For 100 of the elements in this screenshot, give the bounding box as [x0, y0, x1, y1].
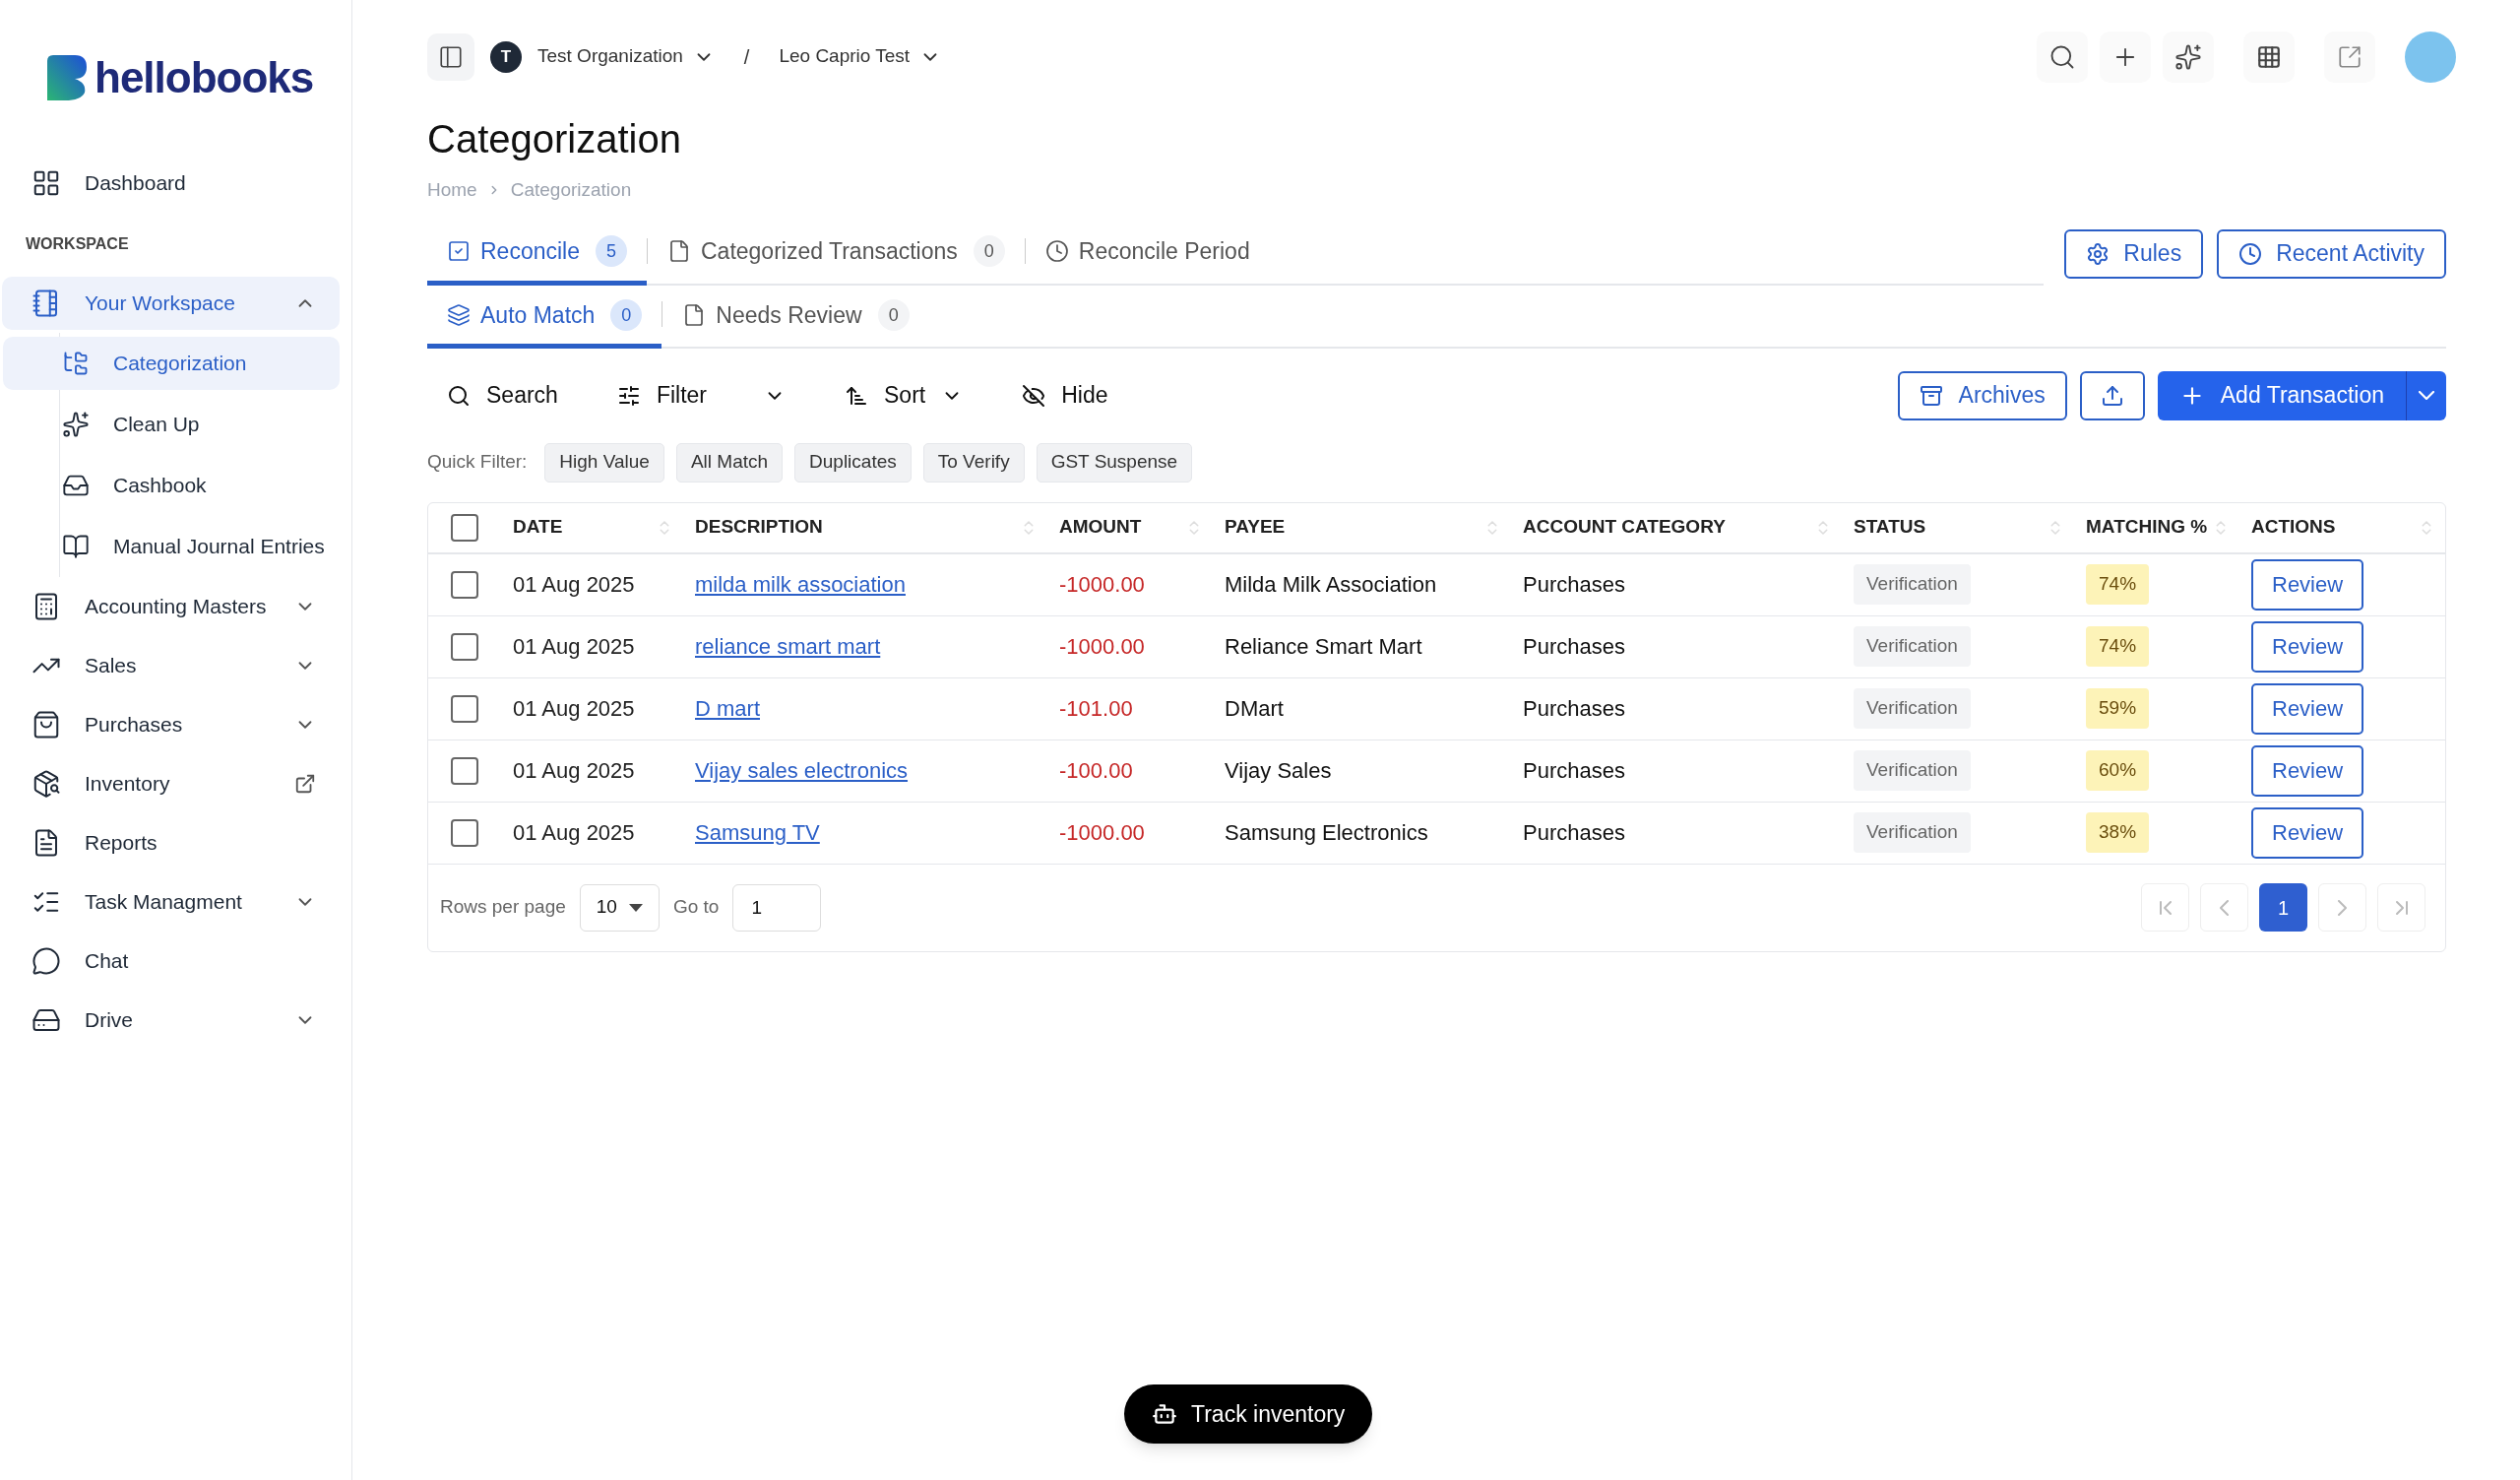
sidebar-item[interactable]: Purchases [2, 698, 340, 751]
quick-filter-chip[interactable]: To Verify [922, 442, 1025, 483]
column-header: ACTIONS [2251, 515, 2337, 540]
checkbox[interactable] [451, 818, 478, 847]
sidebar-subitem[interactable]: Manual Journal Entries [3, 520, 340, 573]
quick-filter-chip[interactable]: High Value [544, 442, 664, 483]
go-to-label: Go to [672, 895, 720, 920]
description-link[interactable]: D mart [695, 696, 760, 721]
checkbox[interactable] [451, 756, 478, 785]
sort-dropdown[interactable]: Sort [825, 378, 983, 413]
matching-badge: 60% [2086, 750, 2150, 791]
table-cell-text: Samsung Electronics [1224, 819, 1429, 847]
checkbox[interactable] [451, 513, 478, 542]
sidebar-item[interactable]: Chat [2, 934, 340, 988]
subtab[interactable]: Auto Match 0 [427, 287, 662, 349]
section-heading: WORKSPACE [25, 234, 130, 254]
header-button[interactable]: Rules [2064, 228, 2204, 279]
description-link[interactable]: Vijay sales electronics [695, 758, 909, 783]
sidebar-subitem[interactable]: Clean Up [3, 398, 340, 451]
go-to-input[interactable]: 1 [732, 883, 822, 932]
chevron-right-icon [2338, 899, 2347, 916]
sidebar-panel-icon [438, 43, 464, 70]
upload-icon [2100, 383, 2124, 408]
review-button[interactable]: Review [2251, 620, 2364, 673]
table-cell-text: 01 Aug 2025 [512, 633, 636, 661]
count-badge: 0 [973, 235, 1005, 267]
page-title: Categorization [427, 119, 682, 159]
count-badge: 0 [877, 299, 910, 331]
table-cell-text: DMart [1224, 695, 1285, 723]
sidebar-item[interactable]: Inventory [2, 757, 340, 810]
hide-button[interactable]: Hide [1002, 378, 1128, 413]
review-button[interactable]: Review [2251, 682, 2364, 735]
table-cell-text: -1000.00 [1058, 571, 1146, 599]
robot-icon [1152, 1401, 1177, 1427]
project-dropdown[interactable]: Leo Caprio Test [779, 42, 942, 71]
review-button[interactable]: Review [2251, 558, 2364, 611]
quick-filter-chip[interactable]: GST Suspense [1036, 442, 1193, 483]
review-button[interactable]: Review [2251, 744, 2364, 797]
sparkle-button[interactable] [2163, 31, 2214, 83]
tab[interactable]: Reconcile 5 [427, 222, 647, 286]
sidebar-item[interactable]: Drive [2, 994, 340, 1047]
track-inventory-button[interactable]: Track inventory [1124, 1384, 1373, 1444]
quick-filter-chip[interactable]: Duplicates [794, 442, 912, 483]
description-link[interactable]: Samsung TV [695, 820, 820, 845]
organization-dropdown[interactable]: Test Organization [537, 42, 715, 71]
description-link[interactable]: milda milk association [695, 572, 906, 597]
table-cell-text: Purchases [1522, 819, 1626, 847]
table-cell-text: -100.00 [1058, 757, 1134, 785]
count-badge: 0 [610, 299, 643, 331]
sidebar-subitem[interactable]: Cashbook [3, 459, 340, 512]
filter-dropdown[interactable]: Filter [597, 378, 805, 413]
tab[interactable]: Reconcile Period [1025, 222, 1270, 286]
sidebar-item[interactable]: Sales [2, 639, 340, 692]
upload-button[interactable] [2079, 370, 2145, 420]
sparkle-icon [2174, 42, 2202, 71]
table-cell-text: -1000.00 [1058, 633, 1146, 661]
count-badge: 5 [596, 235, 627, 267]
table-cell-text: Reliance Smart Mart [1224, 633, 1423, 661]
status-badge: Verification [1854, 750, 1971, 791]
table-cell-text: Purchases [1522, 633, 1626, 661]
open-window-button[interactable] [2324, 31, 2375, 83]
user-avatar[interactable] [2405, 31, 2456, 83]
column-header: ACCOUNT CATEGORY [1523, 515, 1727, 540]
tab[interactable]: Categorized Transactions 0 [648, 222, 1025, 286]
column-header: MATCHING % [2086, 515, 2209, 540]
apps-grid-button[interactable] [2243, 31, 2295, 83]
clock-icon [2238, 241, 2263, 266]
add-button[interactable] [2100, 31, 2151, 83]
search-button[interactable] [2037, 31, 2088, 83]
sidebar-item[interactable]: Dashboard [2, 157, 340, 210]
checkbox[interactable] [451, 570, 478, 599]
sidebar-toggle-button[interactable] [427, 32, 474, 81]
header-button[interactable]: Recent Activity [2217, 228, 2446, 279]
table-cell-text: Purchases [1522, 757, 1626, 785]
logo-text: hellobooks [94, 56, 314, 99]
caret-icon [628, 903, 643, 912]
table-cell-text: 01 Aug 2025 [512, 571, 636, 599]
document-icon [667, 239, 691, 263]
archives-button[interactable]: Archives [1897, 370, 2067, 420]
clock-icon [1044, 239, 1069, 263]
archive-icon [1919, 383, 1943, 408]
sidebar-item[interactable]: Task Managment [2, 875, 340, 929]
checkbox[interactable] [451, 632, 478, 661]
checkbox[interactable] [451, 694, 478, 723]
matching-badge: 74% [2086, 626, 2150, 667]
table-cell-text: 01 Aug 2025 [512, 819, 636, 847]
page-button[interactable]: 1 [2259, 883, 2307, 932]
sidebar-subitem[interactable]: Categorization [3, 337, 340, 390]
subtab[interactable]: Needs Review 0 [662, 287, 929, 349]
sidebar-item[interactable]: Accounting Masters [2, 580, 340, 633]
grid-icon [2256, 43, 2282, 70]
status-badge: Verification [1854, 626, 1971, 667]
description-link[interactable]: reliance smart mart [695, 634, 881, 659]
search-button[interactable]: Search [427, 378, 578, 413]
quick-filter-chip[interactable]: All Match [675, 442, 784, 483]
review-button[interactable]: Review [2251, 806, 2364, 859]
sidebar-item[interactable]: Your Workspace [2, 277, 340, 330]
sidebar-item[interactable]: Reports [2, 816, 340, 869]
column-header: DATE [513, 515, 564, 540]
rows-per-page-select[interactable]: 10 [579, 883, 660, 932]
